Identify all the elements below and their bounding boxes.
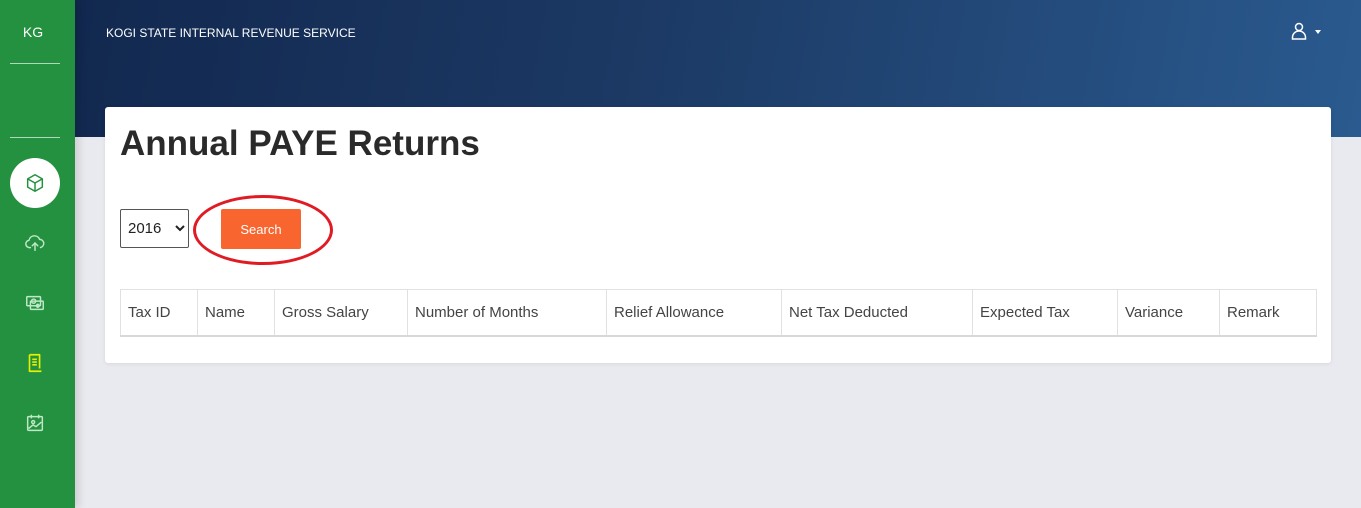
money-icon bbox=[26, 295, 44, 311]
column-header-remark[interactable]: Remark bbox=[1219, 289, 1317, 337]
sidebar-divider bbox=[10, 137, 60, 138]
column-header-variance[interactable]: Variance bbox=[1117, 289, 1220, 337]
sidebar-item-returns[interactable] bbox=[10, 338, 60, 388]
page-title: Annual PAYE Returns bbox=[120, 124, 480, 163]
user-icon bbox=[1291, 22, 1307, 40]
column-header-tax-id[interactable]: Tax ID bbox=[120, 289, 198, 337]
sidebar: KG bbox=[0, 0, 75, 508]
sidebar-divider bbox=[10, 63, 60, 64]
receipt-icon bbox=[28, 353, 42, 373]
sidebar-item-payments[interactable] bbox=[10, 278, 60, 328]
user-menu[interactable] bbox=[1291, 22, 1321, 40]
chevron-down-icon bbox=[1315, 29, 1321, 34]
sidebar-item-calendar[interactable] bbox=[10, 398, 60, 448]
returns-card: Annual PAYE Returns 2016 Search Tax ID N… bbox=[105, 107, 1331, 363]
year-select[interactable]: 2016 bbox=[120, 209, 189, 248]
column-header-number-of-months[interactable]: Number of Months bbox=[407, 289, 607, 337]
table-header-row: Tax ID Name Gross Salary Number of Month… bbox=[120, 289, 1317, 337]
column-header-gross-salary[interactable]: Gross Salary bbox=[274, 289, 408, 337]
org-title: KOGI STATE INTERNAL REVENUE SERVICE bbox=[106, 26, 356, 40]
search-button[interactable]: Search bbox=[221, 209, 301, 249]
column-header-name[interactable]: Name bbox=[197, 289, 275, 337]
calendar-image-icon bbox=[26, 414, 44, 432]
returns-table: Tax ID Name Gross Salary Number of Month… bbox=[120, 289, 1317, 337]
column-header-expected-tax[interactable]: Expected Tax bbox=[972, 289, 1118, 337]
sidebar-item-upload[interactable] bbox=[10, 218, 60, 268]
brand-logo[interactable]: KG bbox=[0, 24, 66, 40]
cloud-upload-icon bbox=[25, 235, 45, 252]
column-header-net-tax-deducted[interactable]: Net Tax Deducted bbox=[781, 289, 973, 337]
column-header-relief-allowance[interactable]: Relief Allowance bbox=[606, 289, 782, 337]
sidebar-item-dashboard[interactable] bbox=[10, 158, 60, 208]
box-icon bbox=[26, 174, 44, 192]
